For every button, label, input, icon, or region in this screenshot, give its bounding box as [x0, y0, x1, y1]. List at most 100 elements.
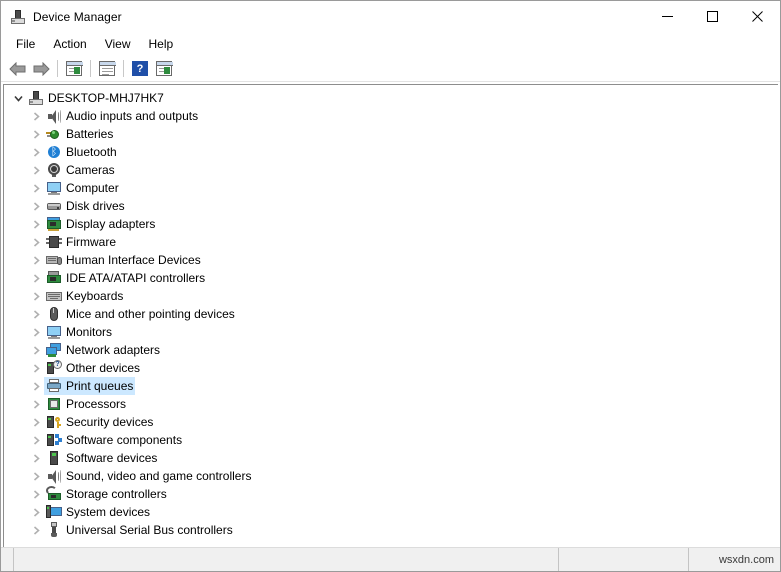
- window-title: Device Manager: [33, 9, 122, 24]
- toolbar-separator: [123, 60, 124, 77]
- system-device-icon: [46, 504, 62, 520]
- tree-item-keyboards[interactable]: Keyboards: [4, 287, 778, 305]
- chevron-right-icon[interactable]: [28, 270, 44, 286]
- menu-item-help[interactable]: Help: [140, 34, 183, 54]
- chevron-right-icon[interactable]: [28, 414, 44, 430]
- chevron-right-icon[interactable]: [28, 396, 44, 412]
- tree-item-disk-drives[interactable]: Disk drives: [4, 197, 778, 215]
- tree-item-display-adapters[interactable]: Display adapters: [4, 215, 778, 233]
- chevron-down-icon[interactable]: [10, 90, 26, 106]
- security-device-icon: [46, 414, 62, 430]
- tree-item-universal-serial-bus-controllers[interactable]: Universal Serial Bus controllers: [4, 521, 778, 539]
- menu-item-action[interactable]: Action: [44, 34, 95, 54]
- battery-icon: [46, 126, 62, 142]
- mouse-icon: [46, 306, 62, 322]
- tree-item-network-adapters[interactable]: Network adapters: [4, 341, 778, 359]
- tree-item-security-devices[interactable]: Security devices: [4, 413, 778, 431]
- storage-controller-icon: [46, 486, 62, 502]
- update-driver-button[interactable]: [95, 58, 119, 80]
- status-bar: wsxdn.com: [1, 547, 780, 571]
- scan-hardware-button[interactable]: [152, 58, 176, 80]
- tree-item-bluetooth[interactable]: ᛒ Bluetooth: [4, 143, 778, 161]
- tree-item-human-interface-devices[interactable]: Human Interface Devices: [4, 251, 778, 269]
- usb-icon: [46, 522, 62, 538]
- monitor-icon: [46, 324, 62, 340]
- chevron-right-icon[interactable]: [28, 522, 44, 538]
- chevron-right-icon[interactable]: [28, 378, 44, 394]
- chevron-right-icon[interactable]: [28, 108, 44, 124]
- close-button[interactable]: [735, 1, 780, 32]
- tree-item-label: Processors: [66, 397, 127, 411]
- tree-root-label: DESKTOP-MHJ7HK7: [48, 91, 164, 105]
- tree-root-node[interactable]: DESKTOP-MHJ7HK7: [4, 89, 778, 107]
- forward-button[interactable]: [29, 58, 53, 80]
- tree-item-label: Monitors: [66, 325, 113, 339]
- chevron-right-icon[interactable]: [28, 468, 44, 484]
- chevron-right-icon[interactable]: [28, 360, 44, 376]
- tree-item-mice-and-other-pointing-devices[interactable]: Mice and other pointing devices: [4, 305, 778, 323]
- tree-item-system-devices[interactable]: System devices: [4, 503, 778, 521]
- chevron-right-icon[interactable]: [28, 216, 44, 232]
- tree-item-cameras[interactable]: Cameras: [4, 161, 778, 179]
- unknown-device-icon: ?: [46, 360, 62, 376]
- maximize-button[interactable]: [690, 1, 735, 32]
- tree-item-firmware[interactable]: Firmware: [4, 233, 778, 251]
- tree-item-storage-controllers[interactable]: Storage controllers: [4, 485, 778, 503]
- camera-icon: [46, 162, 62, 178]
- help-button[interactable]: ?: [128, 58, 152, 80]
- minimize-button[interactable]: [645, 1, 690, 32]
- tree-item-processors[interactable]: Processors: [4, 395, 778, 413]
- chevron-right-icon[interactable]: [28, 432, 44, 448]
- tree-item-label: Batteries: [66, 127, 114, 141]
- chevron-right-icon[interactable]: [28, 198, 44, 214]
- chevron-right-icon[interactable]: [28, 324, 44, 340]
- properties-button[interactable]: [62, 58, 86, 80]
- tree-item-label: Audio inputs and outputs: [66, 109, 199, 123]
- keyboard-icon: [46, 288, 62, 304]
- toolbar-separator: [57, 60, 58, 77]
- menu-item-file[interactable]: File: [7, 34, 44, 54]
- chevron-right-icon[interactable]: [28, 306, 44, 322]
- chevron-right-icon[interactable]: [28, 126, 44, 142]
- tree-item-software-components[interactable]: Software components: [4, 431, 778, 449]
- tree-item-batteries[interactable]: Batteries: [4, 125, 778, 143]
- speaker-icon: [46, 468, 62, 484]
- toolbar: ?: [1, 56, 780, 82]
- chevron-right-icon[interactable]: [28, 504, 44, 520]
- chevron-right-icon[interactable]: [28, 180, 44, 196]
- tree-item-label: Software devices: [66, 451, 158, 465]
- chevron-right-icon[interactable]: [28, 144, 44, 160]
- tree-item-other-devices[interactable]: ? Other devices: [4, 359, 778, 377]
- tree-item-audio-inputs-and-outputs[interactable]: Audio inputs and outputs: [4, 107, 778, 125]
- tree-item-software-devices[interactable]: Software devices: [4, 449, 778, 467]
- device-tree-panel[interactable]: DESKTOP-MHJ7HK7 Audio inputs and outputs…: [3, 84, 778, 547]
- tree-item-label: Universal Serial Bus controllers: [66, 523, 233, 537]
- chevron-right-icon[interactable]: [28, 342, 44, 358]
- chip-icon: [46, 234, 62, 250]
- tree-item-computer[interactable]: Computer: [4, 179, 778, 197]
- tree-item-ide-ata-atapi-controllers[interactable]: IDE ATA/ATAPI controllers: [4, 269, 778, 287]
- chevron-right-icon[interactable]: [28, 162, 44, 178]
- chevron-right-icon[interactable]: [28, 234, 44, 250]
- tree-item-monitors[interactable]: Monitors: [4, 323, 778, 341]
- window-properties-icon: [66, 61, 83, 76]
- computer-icon: [28, 90, 44, 106]
- tree-item-print-queues[interactable]: Print queues: [4, 377, 778, 395]
- processor-icon: [46, 396, 62, 412]
- status-grip: [1, 548, 14, 571]
- device-tree: DESKTOP-MHJ7HK7 Audio inputs and outputs…: [4, 89, 778, 539]
- chevron-right-icon[interactable]: [28, 486, 44, 502]
- disk-drive-icon: [46, 198, 62, 214]
- window-list-icon: [99, 61, 116, 76]
- toolbar-separator: [90, 60, 91, 77]
- arrow-right-icon: [33, 61, 50, 76]
- chevron-right-icon[interactable]: [28, 288, 44, 304]
- chevron-right-icon[interactable]: [28, 450, 44, 466]
- tree-item-sound-video-and-game-controllers[interactable]: Sound, video and game controllers: [4, 467, 778, 485]
- back-button[interactable]: [5, 58, 29, 80]
- chevron-right-icon[interactable]: [28, 252, 44, 268]
- menu-item-view[interactable]: View: [96, 34, 140, 54]
- watermark: wsxdn.com: [689, 548, 780, 571]
- speaker-icon: [46, 108, 62, 124]
- bluetooth-icon: ᛒ: [46, 144, 62, 160]
